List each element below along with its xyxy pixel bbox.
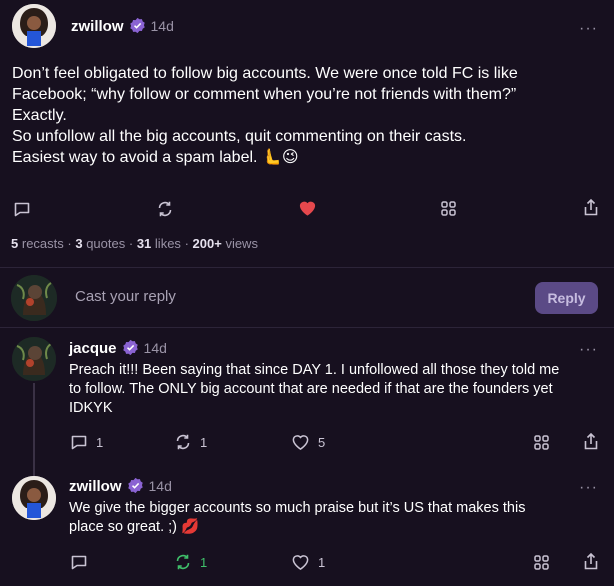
reply-recast-button[interactable]: 1	[174, 553, 207, 571]
comment-icon	[71, 555, 87, 570]
reply-line: place so great. ;) 💋	[69, 519, 200, 535]
reply-button[interactable]: Reply	[535, 282, 598, 314]
more-options-icon[interactable]: ···	[579, 479, 598, 497]
reply-line: to follow. The ONLY big account that are…	[69, 381, 553, 397]
reply-recast-button[interactable]: 1	[174, 433, 207, 451]
quotes-count[interactable]: 3 quotes	[75, 236, 125, 251]
recast-active-icon	[176, 554, 190, 570]
post-time: 14d	[150, 18, 174, 34]
thread-line	[33, 383, 35, 476]
post-header: zwillow 14d	[71, 17, 174, 36]
share-icon	[584, 432, 598, 450]
like-count: 5	[318, 434, 326, 450]
recast-button[interactable]	[156, 200, 174, 218]
reply-line: IDKYK	[69, 400, 113, 416]
recast-count: 1	[200, 434, 208, 450]
heart-icon	[292, 435, 309, 451]
reply-like-button[interactable]: 1	[291, 553, 325, 571]
author-avatar[interactable]	[12, 4, 56, 48]
current-user-avatar	[11, 275, 57, 321]
like-button[interactable]	[298, 199, 317, 217]
recasts-count[interactable]: 5 recasts	[11, 236, 64, 251]
post-line: So unfollow all the big accounts, quit c…	[12, 128, 467, 145]
reply-header: zwillow 14d	[69, 477, 172, 496]
like-count: 1	[318, 554, 326, 570]
reply-header: jacque 14d	[69, 339, 167, 358]
reply-views-button[interactable]	[533, 554, 550, 571]
post-line: Exactly.	[12, 107, 67, 124]
share-icon	[584, 552, 598, 570]
author-name[interactable]: zwillow	[71, 18, 124, 35]
recast-count: 1	[200, 554, 208, 570]
reply-time: 14d	[148, 478, 172, 494]
verified-badge-icon	[129, 17, 145, 34]
share-button[interactable]	[583, 198, 599, 217]
reply-author-avatar[interactable]	[12, 337, 56, 381]
comment-icon	[71, 435, 87, 450]
more-options-icon[interactable]: ···	[579, 20, 598, 38]
reply-input[interactable]: Cast your reply	[75, 288, 176, 305]
reply-line: We give the bigger accounts so much prai…	[69, 500, 526, 516]
recast-icon	[176, 434, 190, 450]
reply-comment-button[interactable]: 1	[70, 433, 103, 451]
post-line: Facebook; “why follow or comment when yo…	[12, 86, 517, 103]
grid-icon	[441, 201, 456, 216]
views-count: 200+ views	[192, 236, 258, 251]
reply-author-name[interactable]: zwillow	[69, 478, 122, 495]
post-line: Easiest way to avoid a spam label. 🫷😉	[12, 149, 299, 166]
reply-like-button[interactable]: 5	[291, 433, 325, 451]
reply-author-name[interactable]: jacque	[69, 340, 117, 357]
divider	[0, 327, 614, 328]
more-options-icon[interactable]: ···	[579, 341, 598, 359]
post-body: Don’t feel obligated to follow big accou…	[12, 63, 518, 168]
divider	[0, 267, 614, 268]
comment-button[interactable]	[13, 200, 31, 218]
verified-badge-icon	[122, 339, 138, 356]
reply-body: We give the bigger accounts so much prai…	[69, 499, 525, 537]
post-stats: 5 recasts · 3 quotes · 31 likes · 200+ v…	[11, 236, 258, 251]
heart-icon	[292, 555, 309, 571]
reply-share-button[interactable]	[583, 432, 599, 451]
verified-badge-icon	[127, 477, 143, 494]
reply-views-button[interactable]	[533, 434, 550, 451]
share-icon	[584, 198, 598, 216]
likes-count[interactable]: 31 likes	[137, 236, 181, 251]
post-line: Don’t feel obligated to follow big accou…	[12, 65, 518, 82]
comment-icon	[14, 202, 30, 217]
reply-body: Preach it!!! Been saying that since DAY …	[69, 361, 559, 418]
reply-line: Preach it!!! Been saying that since DAY …	[69, 362, 560, 378]
recast-icon	[158, 201, 172, 217]
views-button[interactable]	[440, 200, 457, 217]
heart-filled-icon	[299, 201, 316, 216]
reply-author-avatar[interactable]	[12, 476, 56, 520]
reply-share-button[interactable]	[583, 552, 599, 571]
comment-count: 1	[96, 434, 104, 450]
reply-time: 14d	[143, 340, 167, 356]
grid-icon	[534, 435, 549, 450]
grid-icon	[534, 555, 549, 570]
reply-comment-button[interactable]	[70, 553, 88, 571]
